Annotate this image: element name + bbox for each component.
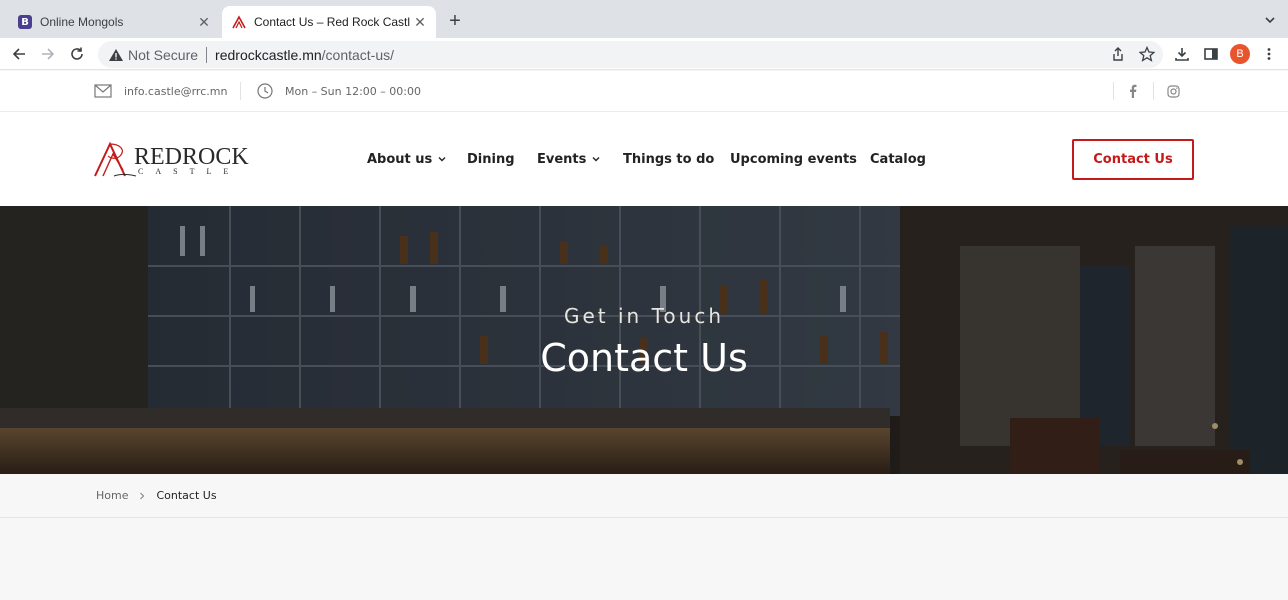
browser-toolbar: Not Secure redrockcastle.mn/contact-us/ [0, 38, 1288, 70]
tab-title: Online Mongols [40, 15, 124, 29]
tab-title: Contact Us – Red Rock Castle [254, 15, 410, 29]
hours-item: Mon – Sun 12:00 – 00:00 [257, 71, 421, 111]
profile-avatar[interactable]: B [1230, 44, 1250, 64]
nav-label: Events [537, 151, 587, 167]
forward-arrow-icon[interactable] [36, 42, 60, 66]
contact-us-button[interactable]: Contact Us [1072, 139, 1194, 180]
new-tab-button[interactable]: + [444, 9, 466, 33]
nav-upcoming-events[interactable]: Upcoming events [730, 150, 857, 168]
hours-text: Mon – Sun 12:00 – 00:00 [285, 84, 422, 98]
breadcrumb-current: Contact Us [156, 489, 217, 502]
topbar-divider [1113, 82, 1114, 100]
redrock-logo-mark-icon [94, 141, 137, 177]
clock-icon [257, 83, 273, 99]
nav-label: About us [367, 151, 433, 167]
chevron-down-icon [438, 157, 446, 162]
tab-online-mongols[interactable]: B Online Mongols ✕ [8, 6, 220, 38]
nav-about-us[interactable]: About us [367, 150, 446, 168]
chevron-right-icon [140, 492, 145, 499]
chevron-down-icon [592, 157, 600, 162]
mail-icon [94, 84, 112, 98]
topbar-divider [1153, 82, 1154, 100]
warning-triangle-icon[interactable] [108, 47, 124, 63]
bootstrap-favicon-icon: B [18, 15, 32, 29]
breadcrumb-home-link[interactable]: Home [96, 489, 128, 502]
nav-label: Upcoming events [730, 151, 857, 167]
tab-contact-us[interactable]: Contact Us – Red Rock Castle ✕ [222, 6, 436, 38]
tab-search-chevron-icon[interactable] [1262, 12, 1278, 28]
nav-label: Catalog [870, 151, 926, 167]
nav-events[interactable]: Events [537, 150, 600, 168]
instagram-icon[interactable] [1167, 71, 1180, 111]
nav-things-to-do[interactable]: Things to do [623, 150, 714, 168]
back-arrow-icon[interactable] [7, 42, 31, 66]
share-icon[interactable] [1106, 42, 1130, 66]
hero-banner: Get in Touch Contact Us [0, 206, 1288, 474]
site-topbar: info.castle@rrc.mn Mon – Sun 12:00 – 00:… [0, 71, 1288, 112]
email-item[interactable]: info.castle@rrc.mn [94, 71, 227, 111]
omnibox-separator [206, 46, 208, 63]
close-tab-icon[interactable]: ✕ [194, 14, 214, 31]
hero-subtitle: Get in Touch [564, 304, 724, 328]
reload-icon[interactable] [65, 42, 89, 66]
side-panel-icon[interactable] [1199, 42, 1223, 66]
download-icon[interactable] [1170, 42, 1194, 66]
nav-label: Things to do [623, 151, 715, 167]
close-tab-icon[interactable]: ✕ [410, 14, 430, 31]
logo-subtitle: CASTLE [138, 167, 241, 176]
url-path: /contact-us/ [321, 46, 395, 63]
nav-dining[interactable]: Dining [467, 150, 515, 168]
redrock-castle-logo[interactable]: REDROCK CASTLE [94, 140, 249, 178]
kebab-menu-icon[interactable] [1257, 42, 1281, 66]
url-host: redrockcastle.mn [215, 46, 322, 63]
email-text[interactable]: info.castle@rrc.mn [124, 85, 227, 98]
site-header: REDROCK CASTLE About us Dining Events Th… [0, 112, 1288, 206]
browser-tab-strip: B Online Mongols ✕ Contact Us – Red Rock… [0, 0, 1288, 38]
nav-catalog[interactable]: Catalog [870, 150, 926, 168]
nav-label: Dining [467, 151, 515, 167]
hero-title: Contact Us [540, 336, 748, 380]
bookmark-star-icon[interactable] [1135, 42, 1159, 66]
redrock-favicon-icon [232, 15, 246, 29]
address-bar[interactable]: Not Secure redrockcastle.mn/contact-us/ [98, 41, 1163, 68]
facebook-icon[interactable] [1127, 71, 1139, 111]
topbar-divider [240, 82, 241, 100]
security-label[interactable]: Not Secure [128, 47, 198, 63]
breadcrumb: Home Contact Us [0, 474, 1288, 518]
